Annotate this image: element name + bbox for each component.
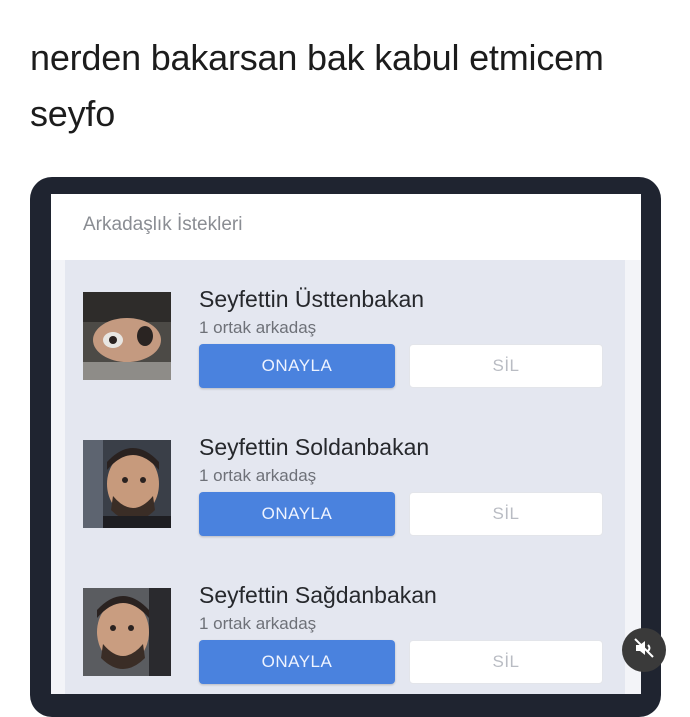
request-name[interactable]: Seyfettin Soldanbakan	[199, 434, 429, 461]
caption-line-1: nerden bakarsan bak kabul etmicem	[30, 37, 604, 78]
request-list: Seyfettin Üsttenbakan 1 ortak arkadaş ON…	[65, 260, 625, 694]
confirm-button[interactable]: ONAYLA	[199, 492, 395, 536]
delete-button[interactable]: SİL	[409, 344, 603, 388]
mute-toggle-button[interactable]	[622, 628, 666, 672]
muted-speaker-icon	[632, 636, 656, 665]
avatar[interactable]	[83, 588, 171, 676]
friend-requests-screen: Arkadaşlık İstekleri Seyfettin Üsttenbak…	[51, 194, 641, 694]
friend-request-item: Seyfettin Soldanbakan 1 ortak arkadaş ON…	[83, 434, 623, 560]
caption-line-2: seyfo	[30, 93, 116, 134]
avatar[interactable]	[83, 292, 171, 380]
mutual-friends: 1 ortak arkadaş	[199, 318, 317, 337]
friend-request-item: Seyfettin Üsttenbakan 1 ortak arkadaş ON…	[83, 286, 623, 412]
screen-header: Arkadaşlık İstekleri	[51, 194, 641, 260]
avatar[interactable]	[83, 440, 171, 528]
request-name[interactable]: Seyfettin Üsttenbakan	[199, 286, 424, 313]
friend-request-item: Seyfettin Sağdanbakan 1 ortak arkadaş ON…	[83, 582, 623, 694]
request-name[interactable]: Seyfettin Sağdanbakan	[199, 582, 437, 609]
page-title: Arkadaşlık İstekleri	[83, 214, 243, 235]
confirm-button[interactable]: ONAYLA	[199, 640, 395, 684]
meme-caption: nerden bakarsan bak kabul etmicem seyfo	[30, 30, 670, 142]
delete-button[interactable]: SİL	[409, 492, 603, 536]
mutual-friends: 1 ortak arkadaş	[199, 614, 317, 633]
delete-button[interactable]: SİL	[409, 640, 603, 684]
confirm-button[interactable]: ONAYLA	[199, 344, 395, 388]
mutual-friends: 1 ortak arkadaş	[199, 466, 317, 485]
